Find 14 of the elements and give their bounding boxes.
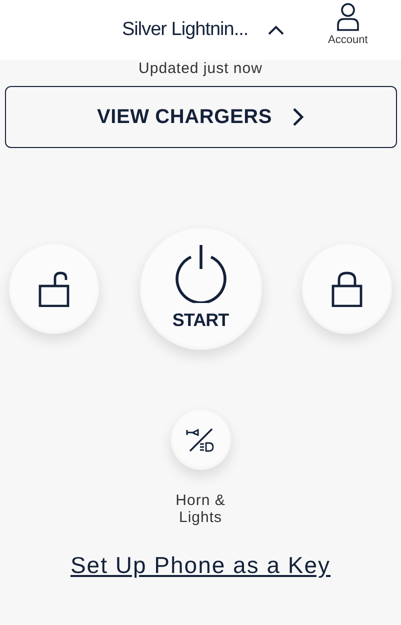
power-icon	[174, 243, 228, 303]
unlocked-padlock-icon	[38, 270, 70, 306]
account-button[interactable]: Account	[328, 2, 368, 48]
chevron-right-icon	[292, 106, 304, 126]
person-icon	[336, 2, 360, 32]
horn-lights-label: Horn & Lights	[174, 492, 226, 526]
phone-key-link[interactable]: Set Up Phone as a Key	[70, 548, 331, 582]
status-text: Updated just now	[138, 59, 262, 79]
chevron-up-icon[interactable]	[268, 25, 284, 35]
start-button[interactable]: START	[140, 228, 262, 350]
padlock-icon	[331, 270, 363, 306]
horn-and-headlight-icon	[184, 426, 216, 454]
view-chargers-button[interactable]: VIEW CHARGERS	[4, 86, 396, 148]
vehicle-name[interactable]: Silver Lightnin...	[122, 16, 248, 44]
